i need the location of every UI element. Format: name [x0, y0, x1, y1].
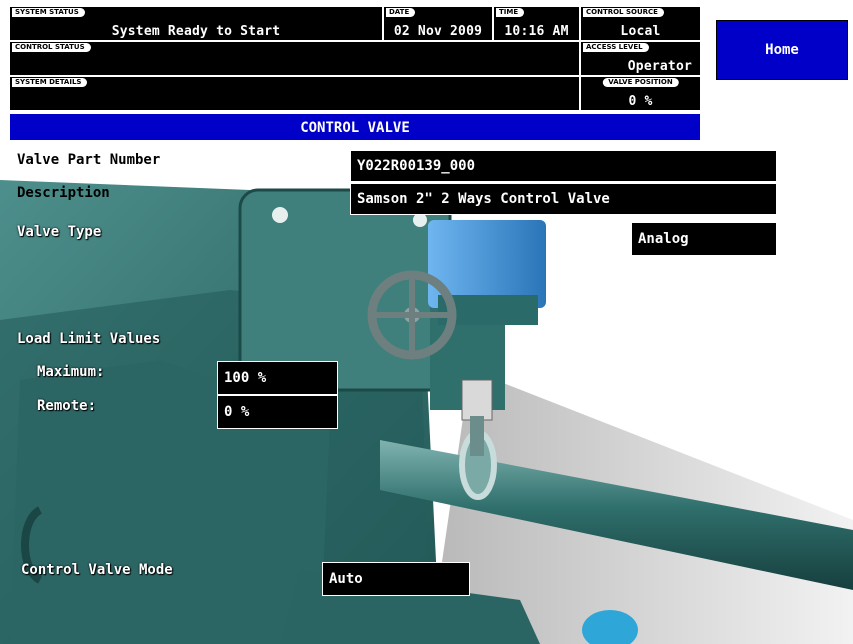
date-caption: DATE — [386, 8, 416, 17]
date-panel: DATE 02 Nov 2009 — [384, 7, 492, 40]
load-limits-heading: Load Limit Values — [17, 331, 161, 347]
time-value: 10:16 AM — [504, 24, 569, 39]
access-level-caption: ACCESS LEVEL — [583, 43, 649, 52]
date-value: 02 Nov 2009 — [393, 24, 483, 39]
part-number-field[interactable]: Y022R00139_000 — [350, 150, 777, 182]
maximum-label: Maximum: — [37, 364, 105, 380]
description-label: Description — [17, 185, 110, 201]
system-status-caption: SYSTEM STATUS — [12, 8, 85, 17]
description-field[interactable]: Samson 2" 2 Ways Control Valve — [350, 183, 777, 215]
control-valve-mode-label: Control Valve Mode — [21, 562, 173, 578]
control-source-caption: CONTROL SOURCE — [583, 8, 664, 17]
control-status-caption: CONTROL STATUS — [12, 43, 91, 52]
valve-position-panel: VALVE POSITION 0 % — [581, 77, 700, 110]
valve-position-caption: VALVE POSITION — [602, 78, 679, 87]
system-details-panel: SYSTEM DETAILS — [10, 77, 579, 110]
remote-field[interactable]: 0 % — [217, 395, 338, 429]
remote-label: Remote: — [37, 398, 97, 414]
control-source-value: Local — [620, 24, 661, 39]
valve-type-field[interactable]: Analog — [631, 222, 777, 256]
access-level-value: Operator — [627, 59, 692, 74]
valve-type-label: Valve Type — [17, 224, 102, 240]
page-title: CONTROL VALVE — [10, 112, 700, 140]
system-status-value: System Ready to Start — [111, 24, 281, 39]
time-caption: TIME — [496, 8, 525, 17]
time-panel: TIME 10:16 AM — [494, 7, 579, 40]
system-details-caption: SYSTEM DETAILS — [12, 78, 88, 87]
home-button[interactable]: Home — [716, 20, 848, 80]
access-level-panel: ACCESS LEVEL Operator — [581, 42, 700, 75]
control-valve-mode-field[interactable]: Auto — [322, 562, 470, 596]
system-status-panel: SYSTEM STATUS System Ready to Start — [10, 7, 382, 40]
control-status-panel: CONTROL STATUS — [10, 42, 579, 75]
part-number-label: Valve Part Number — [17, 152, 161, 168]
control-source-panel: CONTROL SOURCE Local — [581, 7, 700, 40]
valve-position-value: 0 % — [628, 94, 653, 109]
maximum-field[interactable]: 100 % — [217, 361, 338, 395]
